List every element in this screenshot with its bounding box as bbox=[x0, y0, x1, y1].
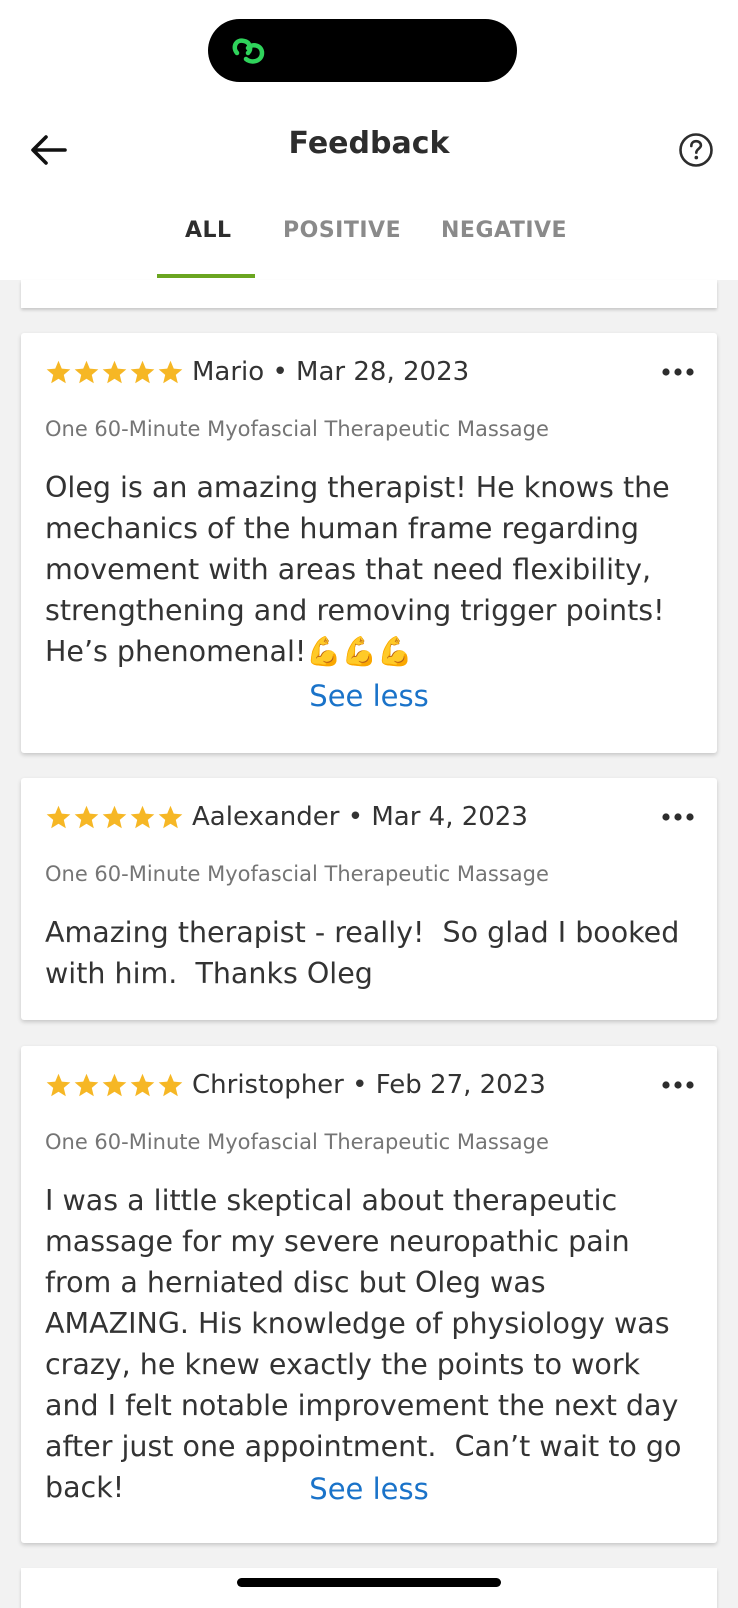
review-card: Aalexander • Mar 4, 2023 One 60-Minute M… bbox=[21, 778, 717, 1020]
review-card-partial[interactable] bbox=[21, 1568, 717, 1608]
star-icon bbox=[157, 1072, 184, 1099]
star-icon bbox=[129, 359, 156, 386]
star-icon bbox=[157, 804, 184, 831]
star-icon bbox=[45, 359, 72, 386]
tab-negative[interactable]: NEGATIVE bbox=[441, 218, 567, 243]
star-icon bbox=[101, 1072, 128, 1099]
star-icon bbox=[129, 804, 156, 831]
app-logo-icon bbox=[232, 38, 265, 64]
reviewer-name-date: Mario • Mar 28, 2023 bbox=[192, 357, 470, 387]
star-icon bbox=[129, 1072, 156, 1099]
review-text: Oleg is an amazing therapist! He knows t… bbox=[45, 471, 679, 668]
service-name: One 60-Minute Myofascial Therapeutic Mas… bbox=[45, 862, 549, 886]
service-name: One 60-Minute Myofascial Therapeutic Mas… bbox=[45, 417, 549, 441]
star-rating bbox=[45, 804, 184, 831]
more-options-button[interactable] bbox=[661, 359, 695, 385]
active-tab-indicator bbox=[157, 274, 255, 278]
review-card: Mario • Mar 28, 2023 One 60-Minute Myofa… bbox=[21, 333, 717, 753]
see-less-link[interactable]: See less bbox=[21, 679, 717, 713]
more-horizontal-icon bbox=[661, 367, 695, 377]
star-icon bbox=[101, 804, 128, 831]
star-icon bbox=[45, 804, 72, 831]
tab-positive[interactable]: POSITIVE bbox=[283, 218, 401, 243]
review-card: Christopher • Feb 27, 2023 One 60-Minute… bbox=[21, 1046, 717, 1543]
service-name: One 60-Minute Myofascial Therapeutic Mas… bbox=[45, 1130, 549, 1154]
review-card-partial[interactable] bbox=[21, 280, 717, 308]
page-title: Feedback bbox=[288, 126, 450, 161]
dynamic-island bbox=[208, 19, 517, 82]
help-button[interactable] bbox=[676, 130, 716, 170]
reviewer-name-date: Christopher • Feb 27, 2023 bbox=[192, 1070, 546, 1100]
star-icon bbox=[73, 1072, 100, 1099]
star-rating bbox=[45, 1072, 184, 1099]
reviewer-name-date: Aalexander • Mar 4, 2023 bbox=[192, 802, 528, 832]
app-header: Feedback ALL POSITIVE NEGATIVE bbox=[0, 0, 738, 280]
home-indicator[interactable] bbox=[237, 1578, 501, 1587]
more-horizontal-icon bbox=[661, 812, 695, 822]
more-options-button[interactable] bbox=[661, 1072, 695, 1098]
more-horizontal-icon bbox=[661, 1080, 695, 1090]
star-icon bbox=[101, 359, 128, 386]
star-rating bbox=[45, 359, 184, 386]
review-text: Amazing therapist - really! So glad I bo… bbox=[45, 916, 689, 990]
tab-all[interactable]: ALL bbox=[185, 218, 232, 243]
see-less-link[interactable]: See less bbox=[21, 1472, 717, 1506]
more-options-button[interactable] bbox=[661, 804, 695, 830]
question-circle-icon bbox=[679, 133, 713, 167]
star-icon bbox=[73, 804, 100, 831]
star-icon bbox=[45, 1072, 72, 1099]
star-icon bbox=[157, 359, 184, 386]
review-text: I was a little skeptical about therapeut… bbox=[45, 1184, 691, 1504]
star-icon bbox=[73, 359, 100, 386]
